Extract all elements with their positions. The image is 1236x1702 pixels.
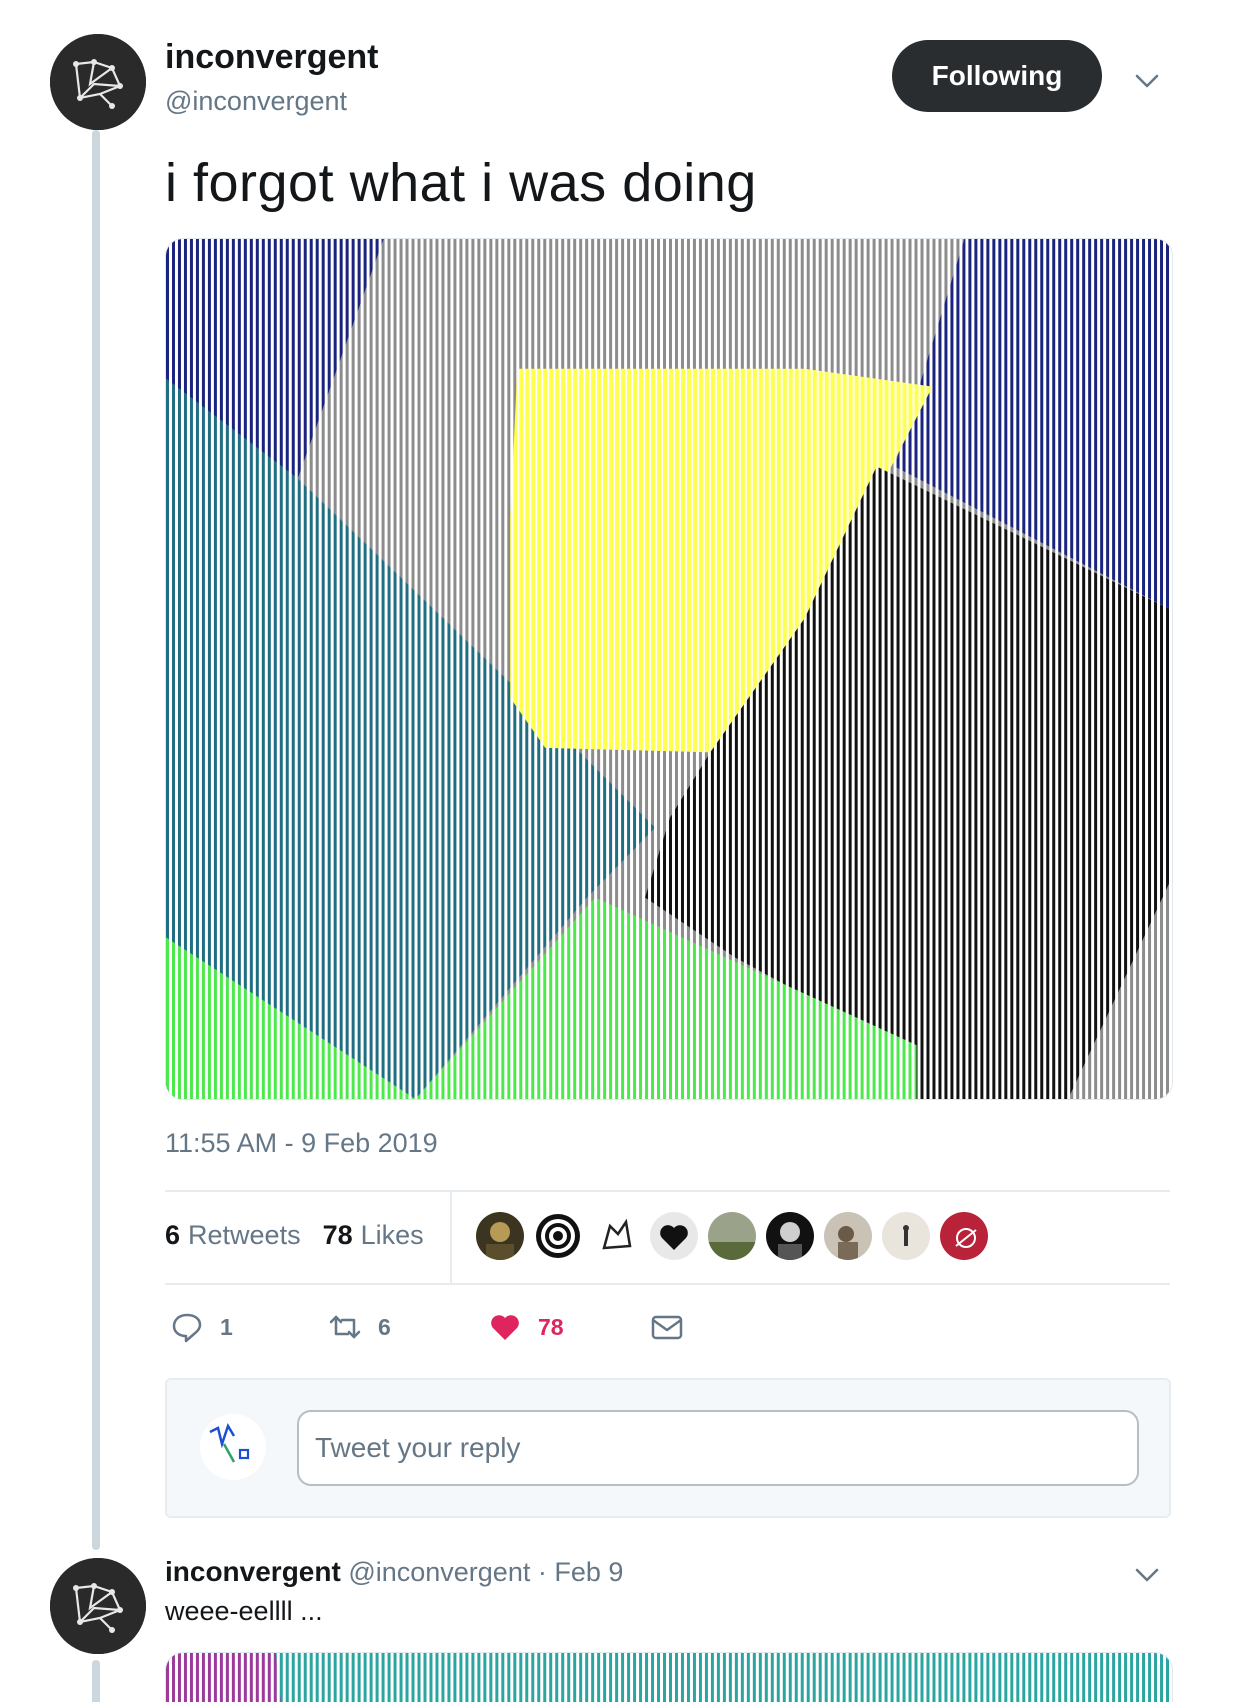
thread-line bbox=[92, 130, 100, 1550]
reply-icon bbox=[172, 1313, 202, 1343]
liker-avatars bbox=[476, 1212, 988, 1260]
reply-text: weee-eellll ... bbox=[165, 1596, 323, 1626]
tweet-timestamp[interactable]: 11:55 AM - 9 Feb 2019 bbox=[165, 1128, 438, 1159]
avatar-logo-icon bbox=[50, 1558, 146, 1654]
tweet-stats: 6 Retweets 78 Likes bbox=[165, 1220, 424, 1251]
liker-avatar[interactable] bbox=[940, 1212, 988, 1260]
reply-author-name[interactable]: inconvergent bbox=[165, 1556, 341, 1587]
reply-header: inconvergent @inconvergent · Feb 9 bbox=[165, 1556, 623, 1588]
liker-avatar[interactable] bbox=[476, 1212, 524, 1260]
liker-avatar[interactable] bbox=[592, 1212, 640, 1260]
stats-divider bbox=[450, 1190, 452, 1284]
liker-avatar[interactable] bbox=[650, 1212, 698, 1260]
liker-avatar[interactable] bbox=[824, 1212, 872, 1260]
retweet-icon bbox=[329, 1315, 361, 1339]
author-avatar[interactable] bbox=[50, 34, 146, 130]
tweet-actions: 1 6 78 bbox=[170, 1310, 770, 1350]
likes-stat[interactable]: 78 Likes bbox=[323, 1220, 424, 1251]
current-user-avatar[interactable] bbox=[200, 1414, 266, 1480]
direct-message-action[interactable] bbox=[650, 1310, 684, 1344]
liker-avatar[interactable] bbox=[766, 1212, 814, 1260]
thread-line bbox=[92, 1660, 100, 1702]
generative-art-image bbox=[166, 239, 1172, 1099]
reply-composer: Tweet your reply bbox=[165, 1378, 1171, 1518]
author-handle[interactable]: @inconvergent bbox=[165, 86, 347, 117]
following-button[interactable]: Following bbox=[892, 40, 1102, 112]
envelope-icon bbox=[651, 1315, 683, 1340]
reply-input[interactable]: Tweet your reply bbox=[297, 1410, 1139, 1486]
chevron-down-icon[interactable] bbox=[1132, 1560, 1162, 1590]
reply-author-avatar[interactable] bbox=[50, 1558, 146, 1654]
liker-avatar[interactable] bbox=[534, 1212, 582, 1260]
author-name[interactable]: inconvergent bbox=[165, 38, 378, 77]
retweets-stat[interactable]: 6 Retweets bbox=[165, 1220, 301, 1251]
reply-action[interactable]: 1 bbox=[170, 1310, 233, 1344]
reply-media-image[interactable] bbox=[165, 1652, 1173, 1702]
user-scribble-icon bbox=[209, 1423, 250, 1463]
divider bbox=[165, 1190, 1170, 1192]
divider bbox=[165, 1283, 1170, 1285]
reply-meta[interactable]: @inconvergent · Feb 9 bbox=[348, 1557, 623, 1587]
generative-art-image bbox=[166, 1653, 1172, 1702]
liker-avatar[interactable] bbox=[708, 1212, 756, 1260]
tweet-text: i forgot what i was doing bbox=[165, 153, 757, 213]
tweet-media-image[interactable] bbox=[165, 238, 1173, 1100]
liker-avatar[interactable] bbox=[882, 1212, 930, 1260]
heart-icon bbox=[491, 1315, 519, 1340]
retweet-action[interactable]: 6 bbox=[328, 1310, 391, 1344]
avatar-logo-icon bbox=[50, 34, 146, 130]
like-action[interactable]: 78 bbox=[488, 1310, 564, 1344]
chevron-down-icon[interactable] bbox=[1132, 66, 1162, 96]
